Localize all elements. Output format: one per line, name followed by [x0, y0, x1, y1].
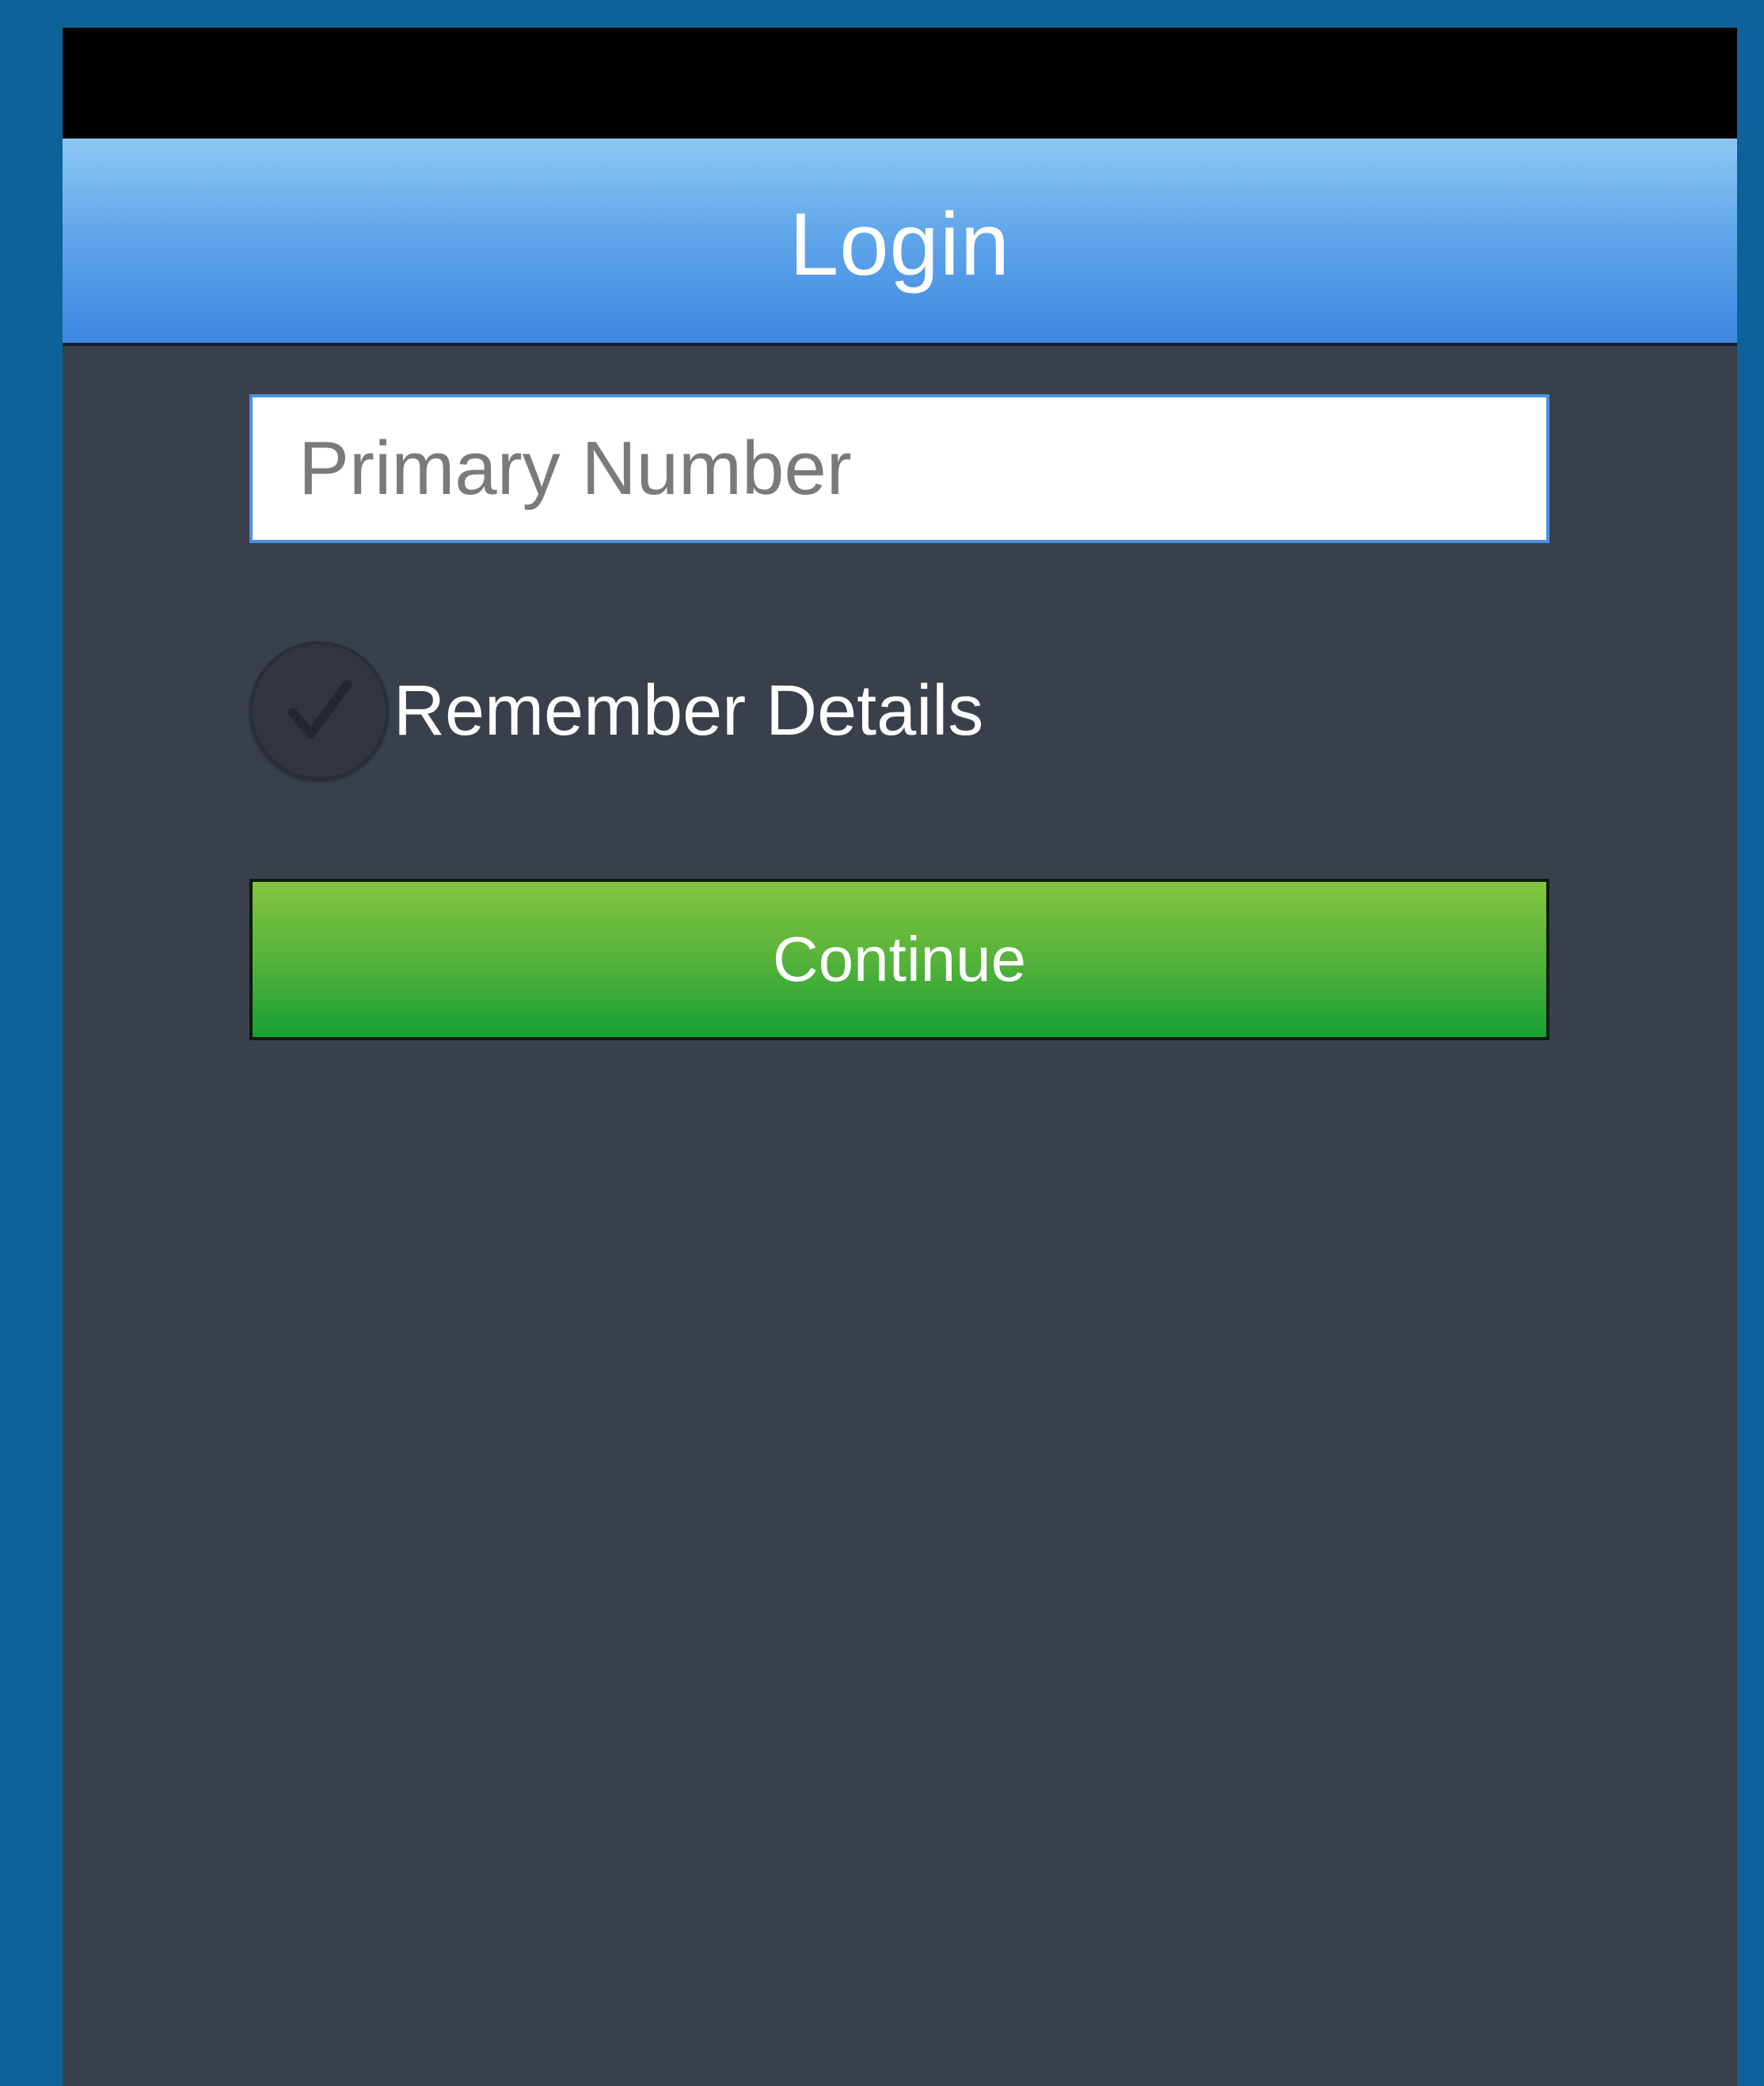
status-bar: [63, 28, 1737, 139]
continue-button[interactable]: Continue: [249, 879, 1549, 1040]
remember-details-checkbox[interactable]: [249, 641, 389, 781]
check-icon: [288, 680, 352, 739]
remember-details-toggle[interactable]: Remember Details: [249, 637, 983, 785]
primary-number-input[interactable]: [249, 394, 1549, 543]
header-bar: Login: [63, 139, 1737, 346]
page-title: Login: [789, 194, 1011, 294]
remember-details-label: Remember Details: [393, 671, 984, 750]
app-screen: Login Remember Details Continue: [63, 28, 1737, 2086]
